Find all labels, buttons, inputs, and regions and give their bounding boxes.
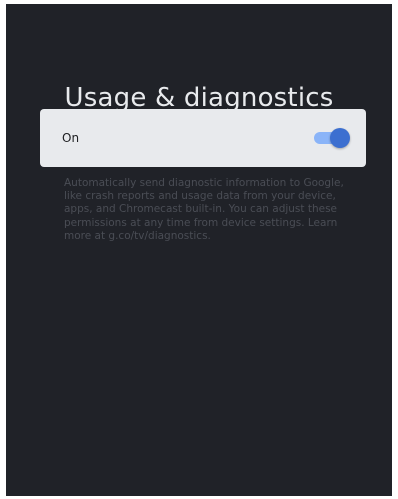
toggle-thumb: [330, 128, 350, 148]
setting-description: Automatically send diagnostic informatio…: [64, 177, 344, 242]
usage-diagnostics-setting-row[interactable]: On: [40, 109, 366, 167]
setting-state-label: On: [62, 131, 80, 145]
toggle-switch-icon[interactable]: [314, 128, 350, 148]
tv-settings-screen: Usage & diagnostics On Automatically sen…: [6, 4, 392, 496]
